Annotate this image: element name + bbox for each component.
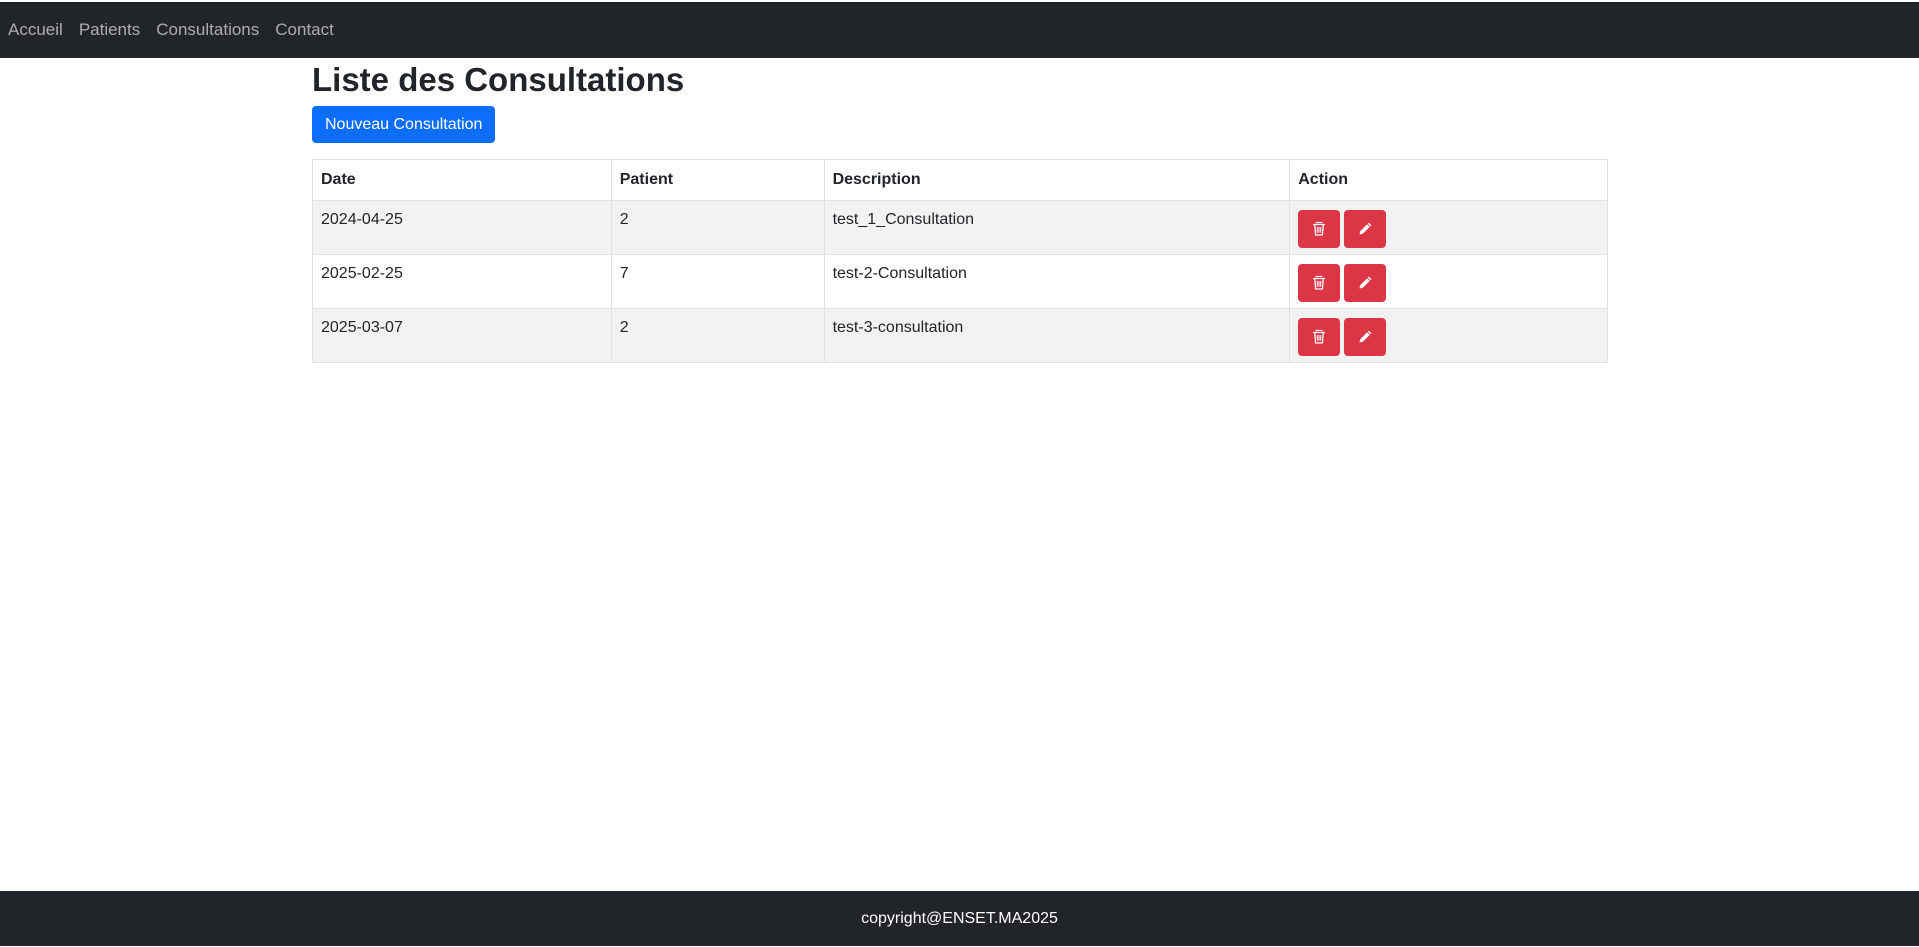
table-row: 2025-02-25 7 test-2-Consultation	[312, 254, 1608, 309]
cell-description: test-3-consultation	[823, 308, 1291, 363]
trash-icon	[1313, 275, 1326, 290]
new-consultation-button[interactable]: Nouveau Consultation	[312, 106, 496, 143]
column-header-description: Description	[823, 159, 1291, 201]
cell-date: 2025-03-07	[312, 308, 612, 363]
cell-patient: 2	[610, 200, 825, 255]
main-content: Liste des Consultations Nouveau Consulta…	[312, 58, 1608, 363]
cell-actions	[1289, 308, 1608, 363]
column-header-action: Action	[1289, 159, 1608, 201]
delete-button[interactable]	[1298, 210, 1341, 248]
delete-button[interactable]	[1298, 264, 1341, 302]
cell-actions	[1289, 254, 1608, 309]
nav-link-contact[interactable]: Contact	[275, 20, 334, 40]
page-title: Liste des Consultations	[312, 61, 685, 98]
column-header-patient: Patient	[610, 159, 825, 201]
nav-link-patients[interactable]: Patients	[79, 20, 140, 40]
consultations-table: Date Patient Description Action 2024-04-…	[312, 159, 1608, 363]
cell-patient: 2	[610, 308, 825, 363]
table-header-row: Date Patient Description Action	[312, 159, 1608, 201]
column-header-date: Date	[312, 159, 612, 201]
pencil-icon	[1359, 276, 1372, 289]
pencil-icon	[1359, 222, 1372, 235]
table-row: 2024-04-25 2 test_1_Consultation	[312, 200, 1608, 255]
top-navbar: Accueil Patients Consultations Contact	[0, 2, 1919, 58]
footer: copyright@ENSET.MA2025	[0, 891, 1919, 946]
edit-button[interactable]	[1344, 264, 1387, 302]
trash-icon	[1313, 329, 1326, 344]
table-row: 2025-03-07 2 test-3-consultation	[312, 308, 1608, 363]
edit-button[interactable]	[1344, 210, 1387, 248]
cell-date: 2024-04-25	[312, 200, 612, 255]
edit-button[interactable]	[1344, 318, 1387, 356]
cell-date: 2025-02-25	[312, 254, 612, 309]
nav-link-consultations[interactable]: Consultations	[156, 20, 259, 40]
cell-actions	[1289, 200, 1608, 255]
cell-description: test_1_Consultation	[823, 200, 1291, 255]
cell-patient: 7	[610, 254, 825, 309]
copyright-text: copyright@ENSET.MA2025	[861, 910, 1058, 927]
trash-icon	[1313, 221, 1326, 236]
delete-button[interactable]	[1298, 318, 1341, 356]
pencil-icon	[1359, 330, 1372, 343]
cell-description: test-2-Consultation	[823, 254, 1291, 309]
nav-link-accueil[interactable]: Accueil	[8, 20, 63, 40]
